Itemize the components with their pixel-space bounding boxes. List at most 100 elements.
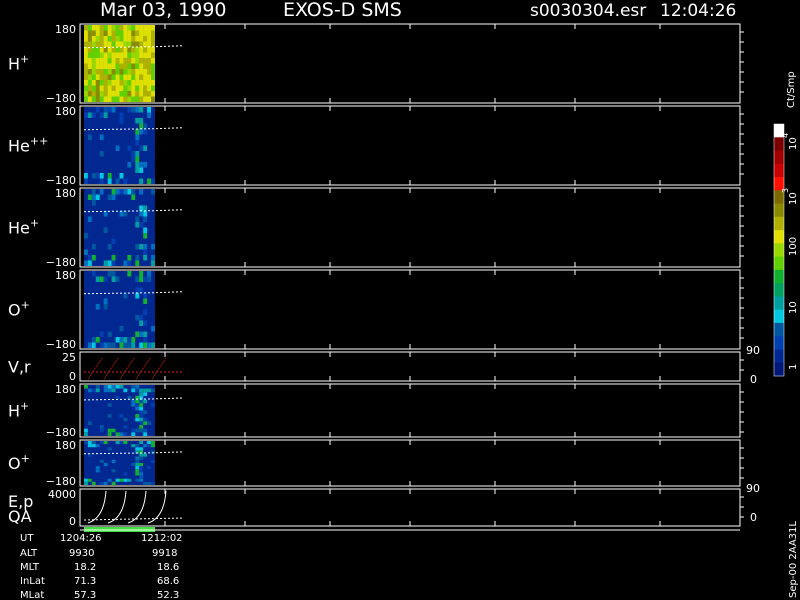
heatmap-cell: [131, 30, 136, 36]
heatmap-cell: [99, 441, 104, 445]
heatmap-cell: [139, 52, 144, 58]
heatmap-cell: [139, 167, 144, 173]
heatmap-cell: [87, 194, 92, 200]
heatmap-cell: [103, 441, 108, 445]
heatmap-cell: [91, 85, 96, 91]
y-tick-top: 4000: [48, 488, 76, 501]
heatmap-cell: [99, 25, 104, 31]
heatmap-cell: [139, 145, 144, 151]
heatmap-cell: [139, 47, 144, 53]
heatmap-cell: [131, 96, 136, 102]
heatmap-cell: [151, 96, 155, 102]
heatmap-cell: [111, 271, 116, 277]
heatmap-cell: [119, 36, 124, 42]
heatmap-cell: [139, 472, 144, 476]
colorbar-swatch: [774, 243, 784, 258]
y-tick-top: 180: [55, 383, 76, 396]
heatmap-cell: [127, 96, 132, 102]
heatmap-cell: [131, 463, 136, 467]
heatmap-cell: [99, 36, 104, 42]
ep-right-bottom: 0: [750, 511, 757, 524]
heatmap-cell: [87, 74, 92, 80]
colorbar-swatch: [774, 230, 784, 244]
footer-alt-start: 9930: [69, 548, 94, 559]
heatmap-cell: [95, 388, 100, 393]
heatmap-cell: [135, 69, 140, 75]
heatmap-cell: [111, 238, 116, 244]
heatmap-cell: [107, 36, 112, 42]
heatmap-cell: [139, 36, 144, 42]
heatmap-cell: [131, 444, 136, 448]
heatmap-cell: [143, 211, 148, 217]
heatmap-cell: [115, 58, 120, 64]
heatmap-cell: [151, 30, 155, 36]
chart-canvas: Mar 03, 1990 EXOS-D SMS s0030304.esr 12:…: [8, 0, 799, 600]
heatmap-cell: [143, 410, 148, 415]
heatmap-cell: [91, 255, 96, 261]
heatmap-cell: [127, 85, 132, 91]
heatmap-cell: [139, 123, 144, 129]
heatmap-cell: [131, 156, 136, 162]
heatmap-cell: [103, 63, 108, 69]
heatmap-cell: [103, 255, 108, 261]
heatmap-cell: [107, 74, 112, 80]
heatmap-cell: [107, 385, 112, 389]
heatmap-cell: [151, 388, 155, 393]
heatmap-cell: [143, 58, 148, 64]
heatmap-cell: [84, 52, 88, 58]
heatmap-cell: [135, 216, 140, 222]
heatmap-cell: [99, 173, 104, 179]
heatmap-cell: [103, 463, 108, 467]
colorbar-tick-100: 100: [788, 237, 799, 256]
heatmap-cell: [135, 36, 140, 42]
heatmap-cell: [91, 441, 96, 445]
heatmap-cell: [111, 47, 116, 53]
heatmap-cell: [147, 30, 151, 36]
heatmap-cell: [95, 85, 100, 91]
heatmap-cell: [119, 69, 124, 75]
panels: 180−180H+180−180He++180−180He+180−180O+2…: [8, 23, 744, 532]
heatmap-cell: [111, 107, 116, 113]
heatmap-cell: [139, 189, 144, 195]
heatmap-cell: [135, 162, 140, 168]
colorbar-swatch: [774, 296, 784, 311]
heatmap-cell: [107, 69, 112, 75]
heatmap-cell: [131, 47, 136, 53]
heatmap-cell: [91, 244, 96, 250]
panel-1: 180 −180 H+: [8, 23, 744, 105]
heatmap-cell: [139, 456, 144, 460]
heatmap-cell: [135, 260, 140, 266]
heatmap-cell: [99, 69, 104, 75]
heatmap-cell: [123, 417, 128, 422]
y-tick-bottom: −180: [46, 92, 76, 105]
y-tick-bottom: −180: [46, 256, 76, 269]
panel-label: H+: [8, 400, 29, 421]
footer-ut-start: 1204:26: [60, 533, 102, 544]
colorbar-swatch: [774, 163, 784, 178]
heatmap-cell: [139, 315, 144, 321]
heatmap-cell: [87, 478, 92, 482]
panel-label-superscript: +: [20, 400, 29, 413]
heatmap-cell: [127, 271, 132, 277]
heatmap-cell: [119, 478, 124, 482]
panel-label: O+: [8, 452, 30, 473]
heatmap-cell: [139, 287, 144, 293]
heatmap-cell: [115, 69, 120, 75]
heatmap-cell: [135, 145, 140, 151]
heatmap-cell: [135, 428, 140, 433]
heatmap-cell: [115, 25, 120, 31]
heatmap-cell: [123, 293, 128, 299]
heatmap-cell: [119, 118, 124, 124]
heatmap-cell: [95, 444, 100, 448]
heatmap-cell: [151, 481, 155, 485]
y-tick-bottom: 0: [69, 515, 76, 528]
heatmap-cell: [99, 189, 104, 195]
heatmap-cell: [84, 478, 88, 482]
heatmap-cell: [103, 304, 108, 310]
colorbar-swatch: [774, 322, 784, 337]
heatmap-cell: [127, 189, 132, 195]
heatmap-cell: [147, 342, 151, 348]
heatmap-cell: [135, 47, 140, 53]
heatmap-cell: [127, 36, 132, 42]
heatmap-cell: [147, 52, 151, 58]
